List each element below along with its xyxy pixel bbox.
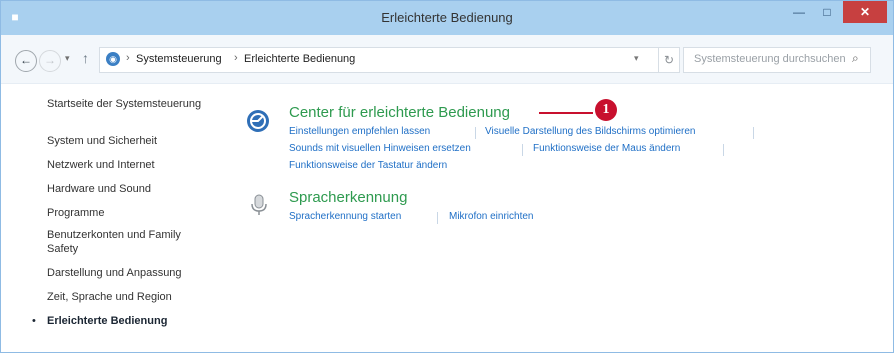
ease-of-access-icon [247, 110, 269, 132]
up-button[interactable]: ↑ [82, 50, 89, 66]
recent-locations-dropdown[interactable]: ▾ [65, 53, 70, 64]
search-input[interactable]: Systemsteuerung durchsuchen ⌕ [683, 47, 871, 73]
control-panel-icon: ◉ [106, 52, 120, 66]
sidebar-item-system[interactable]: System und Sicherheit [47, 134, 227, 148]
sidebar-home-link[interactable]: Startseite der Systemsteuerung [47, 98, 201, 110]
sidebar-item-network[interactable]: Netzwerk und Internet [47, 158, 227, 172]
category-title-ease-of-access-center[interactable]: Center für erleichterte Bedienung [289, 104, 510, 121]
search-placeholder: Systemsteuerung durchsuchen [694, 53, 846, 65]
link-change-keyboard[interactable]: Funktionsweise der Tastatur ändern [289, 160, 447, 171]
link-separator [723, 144, 724, 156]
callout-line [539, 112, 593, 114]
minimize-button[interactable]: — [785, 1, 813, 23]
breadcrumb-separator: › [126, 52, 130, 64]
sidebar-item-region[interactable]: Zeit, Sprache und Region [47, 290, 227, 304]
address-bar[interactable]: ◉ › Systemsteuerung › Erleichterte Bedie… [99, 47, 659, 73]
link-separator [437, 212, 438, 224]
maximize-button[interactable]: □ [813, 1, 841, 23]
sidebar-item-user-accounts[interactable]: Benutzerkonten und Family Safety [47, 228, 207, 256]
link-change-mouse[interactable]: Funktionsweise der Maus ändern [533, 143, 680, 154]
refresh-button[interactable]: ↻ [659, 47, 680, 73]
breadcrumb-separator: › [234, 52, 238, 64]
sidebar-item-hardware[interactable]: Hardware und Sound [47, 182, 227, 196]
callout-badge: 1 [595, 99, 617, 121]
search-icon[interactable]: ⌕ [852, 51, 859, 66]
sidebar-item-accessibility[interactable]: Erleichterte Bedienung [47, 314, 227, 328]
window-title: Erleichterte Bedienung [381, 10, 513, 25]
active-item-bullet: • [32, 315, 36, 327]
link-get-recommendations[interactable]: Einstellungen empfehlen lassen [289, 126, 430, 137]
link-separator [475, 127, 476, 139]
link-set-up-microphone[interactable]: Mikrofon einrichten [449, 211, 533, 222]
back-button[interactable]: ← [15, 50, 37, 72]
sidebar-item-programs[interactable]: Programme [47, 206, 227, 220]
link-start-speech-recognition[interactable]: Spracherkennung starten [289, 211, 401, 222]
microphone-icon [251, 194, 267, 215]
link-separator [753, 127, 754, 139]
navigation-toolbar: ← → ▾ ↑ ◉ › Systemsteuerung › Erleichter… [1, 35, 893, 84]
breadcrumb-systemsteuerung[interactable]: Systemsteuerung [136, 53, 222, 65]
sidebar-item-appearance[interactable]: Darstellung und Anpassung [47, 266, 227, 280]
link-replace-sounds-visual-cues[interactable]: Sounds mit visuellen Hinweisen ersetzen [289, 143, 471, 154]
link-optimize-visual-display[interactable]: Visuelle Darstellung des Bildschirms opt… [485, 126, 695, 137]
link-separator [522, 144, 523, 156]
breadcrumb-erleichterte-bedienung[interactable]: Erleichterte Bedienung [244, 53, 355, 65]
address-dropdown-icon[interactable]: ▾ [634, 53, 639, 64]
control-panel-window: ■ Erleichterte Bedienung — □ ✕ ← → ▾ ↑ ◉… [0, 0, 894, 353]
forward-button[interactable]: → [39, 50, 61, 72]
close-button[interactable]: ✕ [843, 1, 887, 23]
title-bar: ■ Erleichterte Bedienung — □ ✕ [1, 1, 893, 35]
category-title-speech-recognition[interactable]: Spracherkennung [289, 189, 407, 206]
